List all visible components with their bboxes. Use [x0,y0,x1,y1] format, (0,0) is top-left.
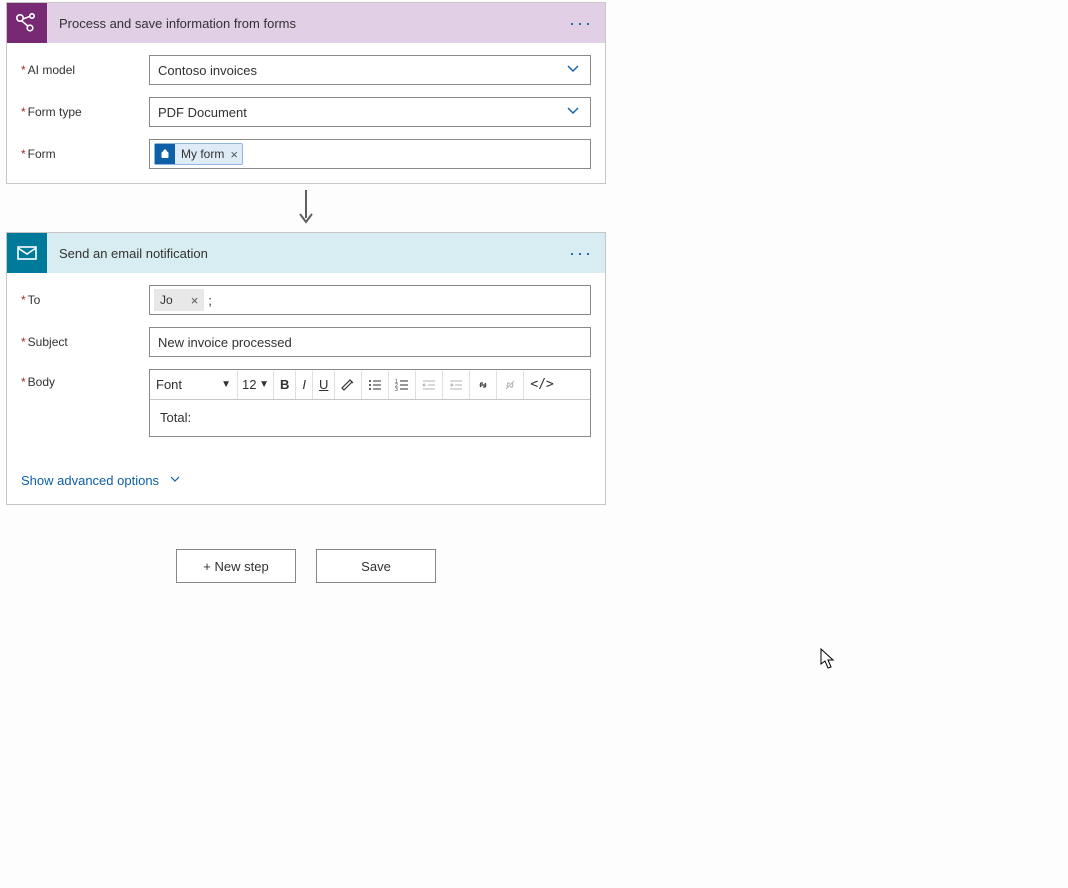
color-button[interactable] [335,371,362,399]
remove-token-button[interactable]: × [230,147,238,162]
form-type-select[interactable]: PDF Document [149,97,591,127]
chevron-down-icon [169,473,181,488]
mouse-cursor [820,648,836,670]
body-label: *Body [21,369,149,389]
step2-title: Send an email notification [47,246,208,261]
mail-icon [7,233,47,273]
step1-menu-button[interactable]: ··· [569,3,593,43]
attachment-icon [155,144,175,164]
chevron-down-icon [566,104,580,121]
indent-button[interactable] [443,371,470,399]
form-token[interactable]: My form × [154,143,243,165]
step1-title: Process and save information from forms [47,16,296,31]
svg-text:3: 3 [395,387,398,392]
number-list-button[interactable]: 1 2 3 [389,371,416,399]
remove-to-token-button[interactable]: × [191,293,199,308]
to-label: *To [21,293,149,307]
body-content[interactable]: Total: [150,400,590,436]
subject-value: New invoice processed [158,335,292,350]
flow-arrow [6,184,606,232]
body-editor: Font▼ 12▼ B I U [149,369,591,437]
bold-button[interactable]: B [274,371,296,399]
bullet-list-button[interactable] [362,371,389,399]
to-suffix: ; [208,293,212,308]
chevron-down-icon [566,62,580,79]
code-view-button[interactable]: </> [524,371,559,399]
form-type-value: PDF Document [158,105,247,120]
ai-model-label: *AI model [21,63,149,77]
form-token-label: My form [181,147,224,161]
link-button[interactable] [470,371,497,399]
unlink-button[interactable] [497,371,524,399]
ai-builder-icon [7,3,47,43]
step2-header[interactable]: Send an email notification ··· [7,233,605,273]
outdent-button[interactable] [416,371,443,399]
to-input[interactable]: Jo × ; [149,285,591,315]
show-advanced-options[interactable]: Show advanced options [7,451,605,504]
new-step-button[interactable]: + New step [176,549,296,583]
step-process-save-forms: Process and save information from forms … [6,2,606,184]
subject-input[interactable]: New invoice processed [149,327,591,357]
save-button[interactable]: Save [316,549,436,583]
form-type-label: *Form type [21,105,149,119]
to-token-label: Jo [160,293,173,307]
ai-model-select[interactable]: Contoso invoices [149,55,591,85]
underline-button[interactable]: U [313,371,335,399]
step-send-email: Send an email notification ··· *To Jo × … [6,232,606,505]
editor-toolbar: Font▼ 12▼ B I U [150,370,590,400]
step2-menu-button[interactable]: ··· [569,233,593,273]
font-size-select[interactable]: 12▼ [238,371,274,399]
font-select[interactable]: Font▼ [150,371,238,399]
form-label: *Form [21,147,149,161]
step1-header[interactable]: Process and save information from forms … [7,3,605,43]
subject-label: *Subject [21,335,149,349]
to-token[interactable]: Jo × [154,289,204,311]
form-input[interactable]: My form × [149,139,591,169]
italic-button[interactable]: I [296,371,313,399]
ai-model-value: Contoso invoices [158,63,257,78]
